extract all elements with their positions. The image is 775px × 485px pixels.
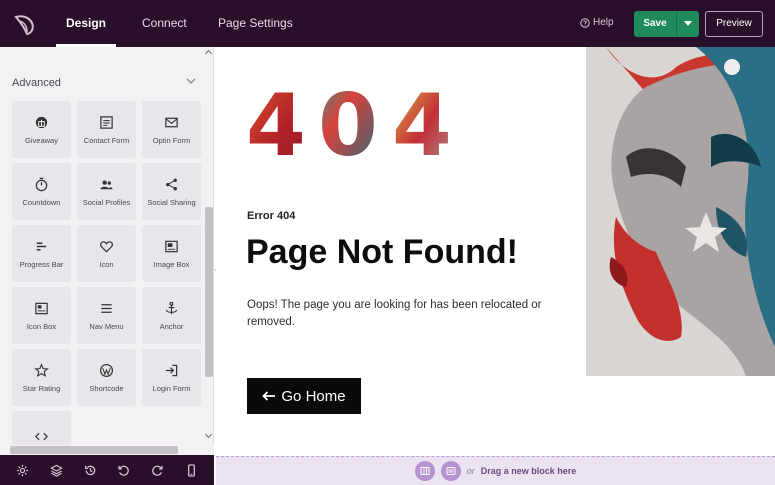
login-icon (165, 364, 178, 376)
contact-form-icon (100, 115, 113, 129)
widget-progress-bar[interactable]: Progress Bar (12, 225, 71, 282)
sidebar-vertical-scrollbar[interactable] (203, 47, 213, 455)
widget-label: Contact Form (83, 135, 130, 145)
404-graphic: 4 0 4 (246, 79, 460, 169)
image-box-icon (165, 240, 178, 252)
widget-label: Progress Bar (19, 259, 64, 269)
tab-design[interactable]: Design (55, 0, 117, 47)
seedprod-logo-icon[interactable] (12, 11, 38, 37)
widget-social-sharing[interactable]: Social Sharing (142, 163, 201, 220)
digit-four: 4 (246, 79, 314, 169)
heart-icon (100, 240, 113, 253)
widget-optin-form[interactable]: Optin Form (142, 101, 201, 158)
giveaway-icon (35, 116, 48, 128)
widget-login-form[interactable]: Login Form (142, 349, 201, 406)
arrow-left-icon (262, 391, 276, 401)
error-message: Oops! The page you are looking for has b… (247, 299, 542, 328)
stopwatch-icon (35, 177, 48, 191)
widget-grid: Giveaway Contact Form Optin Form Countdo… (12, 101, 202, 455)
wordpress-icon (99, 363, 114, 377)
digit-four: 4 (392, 79, 460, 169)
widget-label: Optin Form (152, 135, 191, 145)
digit-zero: 0 (318, 79, 386, 169)
go-home-button[interactable]: Go Home (247, 378, 361, 414)
tab-connect[interactable]: Connect (142, 0, 187, 47)
sidebar: Advanced Giveaway Contact Form Optin For… (0, 47, 214, 455)
anchor-icon (165, 301, 178, 314)
undo-icon[interactable] (117, 464, 130, 477)
drop-or-label: or (466, 466, 475, 476)
scroll-thumb[interactable] (205, 207, 213, 377)
code-icon (35, 432, 48, 441)
widget-label: Giveaway (25, 135, 58, 145)
widget-label: Icon (99, 259, 114, 269)
widget-label: Countdown (22, 197, 61, 207)
widget-icon[interactable]: Icon (77, 225, 136, 282)
template-icon (446, 467, 456, 475)
block-drop-zone[interactable]: or Drag a new block here (216, 456, 775, 485)
history-icon[interactable] (84, 464, 97, 477)
drop-label: Drag a new block here (480, 466, 577, 476)
caret-down-icon (684, 21, 692, 26)
error-label: Error 404 (247, 210, 296, 222)
widget-star-rating[interactable]: Star Rating (12, 349, 71, 406)
add-template-button[interactable] (440, 461, 461, 481)
layers-icon[interactable] (50, 464, 63, 477)
save-options-caret[interactable] (676, 11, 699, 37)
widget-icon-box[interactable]: Icon Box (12, 287, 71, 344)
section-title[interactable]: Advanced (12, 77, 61, 89)
redo-icon[interactable] (151, 464, 164, 477)
widget-anchor[interactable]: Anchor (142, 287, 201, 344)
hscroll-thumb[interactable] (10, 446, 178, 454)
widget-label: Login Form (152, 383, 191, 393)
widget-label: Anchor (159, 321, 184, 331)
save-button[interactable]: Save (634, 11, 699, 37)
chevron-down-icon[interactable] (186, 77, 196, 85)
widget-label: Social Profiles (82, 197, 131, 207)
top-toolbar: Design Connect Page Settings Help Save P… (0, 0, 775, 47)
people-icon (100, 179, 113, 189)
progress-bar-icon (36, 241, 47, 251)
go-home-label: Go Home (281, 387, 346, 405)
help-label: Help (593, 17, 614, 28)
widget-label: Nav Menu (89, 321, 124, 331)
widget-image-box[interactable]: Image Box (142, 225, 201, 282)
widget-shortcode[interactable]: Shortcode (77, 349, 136, 406)
question-icon (580, 17, 590, 28)
icon-box-icon (35, 302, 48, 314)
tab-page-settings[interactable]: Page Settings (218, 0, 293, 47)
bottom-toolbar (0, 455, 214, 485)
widget-contact-form[interactable]: Contact Form (77, 101, 136, 158)
menu-icon (101, 303, 112, 313)
help-link[interactable]: Help (580, 17, 614, 28)
page-title: Page Not Found! (246, 233, 518, 271)
star-icon (34, 362, 49, 377)
scroll-up-icon[interactable] (205, 49, 212, 55)
hero-illustration (586, 47, 775, 376)
widget-countdown[interactable]: Countdown (12, 163, 71, 220)
page-canvas: 4 0 4 Error 404 Page Not Found! Oops! Th… (216, 47, 775, 485)
columns-icon (420, 467, 430, 475)
widget-label: Star Rating (22, 383, 61, 393)
widget-giveaway[interactable]: Giveaway (12, 101, 71, 158)
widget-social-profiles[interactable]: Social Profiles (77, 163, 136, 220)
widget-label: Social Sharing (147, 197, 196, 207)
scroll-down-icon[interactable] (205, 433, 212, 439)
widget-label: Image Box (153, 259, 190, 269)
envelope-icon (165, 117, 178, 127)
sidebar-horizontal-scrollbar[interactable] (0, 445, 214, 455)
mobile-preview-icon[interactable] (185, 463, 198, 477)
add-section-button[interactable] (414, 461, 435, 481)
share-icon (166, 178, 177, 190)
preview-button[interactable]: Preview (705, 11, 763, 37)
widget-nav-menu[interactable]: Nav Menu (77, 287, 136, 344)
widget-label: Icon Box (26, 321, 57, 331)
settings-icon[interactable] (16, 464, 29, 477)
save-label: Save (643, 18, 667, 29)
widget-label: Shortcode (89, 383, 124, 393)
